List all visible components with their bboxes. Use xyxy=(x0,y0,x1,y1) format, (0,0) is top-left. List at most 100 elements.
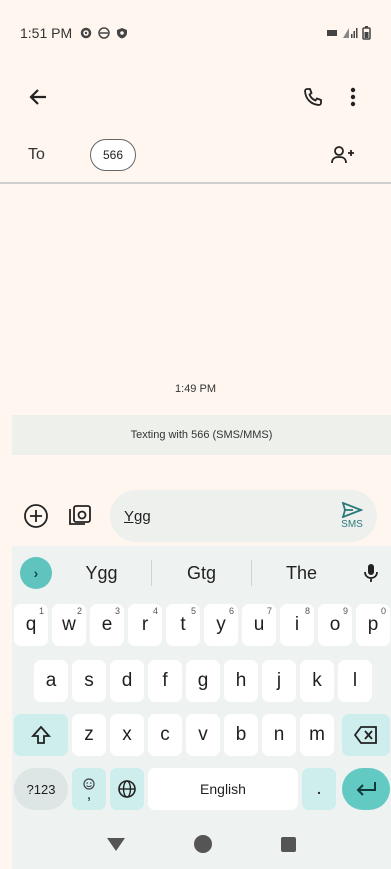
key-d[interactable]: d xyxy=(110,660,144,702)
to-label: To xyxy=(28,146,45,163)
back-button[interactable] xyxy=(18,77,58,117)
key-x[interactable]: x xyxy=(110,714,144,756)
key-z[interactable]: z xyxy=(72,714,106,756)
soft-keyboard: › Ygg Gtg The q1 w2 e3 r4 t5 y6 u7 i8 o9… xyxy=(12,546,391,869)
nav-recents-icon[interactable] xyxy=(281,836,297,852)
sms-info-text: Texting with 566 (SMS/MMS) xyxy=(130,429,273,441)
recipient-chip[interactable]: 566 xyxy=(90,139,137,171)
key-label: i xyxy=(294,614,300,635)
key-label: q xyxy=(25,614,37,635)
key-g[interactable]: g xyxy=(186,660,220,702)
more-options-button[interactable] xyxy=(333,77,373,117)
key-o[interactable]: o9 xyxy=(318,604,352,646)
key-r[interactable]: r4 xyxy=(128,604,162,646)
key-w[interactable]: w2 xyxy=(52,604,86,646)
shift-key[interactable] xyxy=(14,714,68,756)
cast-icon xyxy=(327,30,337,36)
emoji-comma-key[interactable]: , xyxy=(72,768,106,810)
enter-key[interactable] xyxy=(342,768,390,810)
key-a[interactable]: a xyxy=(34,660,68,702)
suggestion-strip: › Ygg Gtg The xyxy=(12,546,391,600)
sms-info-banner: Texting with 566 (SMS/MMS) xyxy=(12,415,391,455)
key-k[interactable]: k xyxy=(300,660,334,702)
globe-icon xyxy=(118,780,136,798)
suggestion-2[interactable]: Gtg xyxy=(152,563,251,584)
top-app-bar xyxy=(0,66,391,128)
period-key[interactable]: . xyxy=(302,768,336,810)
more-vert-icon xyxy=(350,87,356,107)
symbols-key[interactable]: ?123 xyxy=(14,768,68,810)
key-row-1: q1 w2 e3 r4 t5 y6 u7 i8 o9 p0 xyxy=(12,604,391,650)
key-hint: 2 xyxy=(76,606,82,616)
key-row-2: a s d f g h j k l xyxy=(12,660,391,706)
gallery-camera-icon xyxy=(69,505,91,525)
message-text[interactable]: Ygg xyxy=(124,508,341,525)
key-label: p xyxy=(367,614,379,635)
key-label: t xyxy=(180,614,186,635)
key-hint: 7 xyxy=(266,606,272,616)
key-n[interactable]: n xyxy=(262,714,296,756)
key-s[interactable]: s xyxy=(72,660,106,702)
add-circle-icon xyxy=(24,504,48,528)
phone-icon xyxy=(304,88,322,106)
key-label: y xyxy=(216,614,226,635)
key-label: u xyxy=(253,614,265,635)
key-y[interactable]: y6 xyxy=(204,604,238,646)
key-b[interactable]: b xyxy=(224,714,258,756)
mic-icon xyxy=(364,564,378,582)
key-label: r xyxy=(141,614,149,635)
key-h[interactable]: h xyxy=(224,660,258,702)
key-f[interactable]: f xyxy=(148,660,182,702)
add-person-icon xyxy=(331,146,354,164)
compose-bar: Ygg SMS xyxy=(0,486,391,546)
shift-icon xyxy=(31,725,51,744)
key-row-4: ?123 , English . xyxy=(12,768,391,814)
key-t[interactable]: t5 xyxy=(166,604,200,646)
key-m[interactable]: m xyxy=(300,714,334,756)
language-key[interactable] xyxy=(110,768,144,810)
backspace-key[interactable] xyxy=(342,714,390,756)
call-button[interactable] xyxy=(293,77,333,117)
key-label: o xyxy=(329,614,341,635)
space-key[interactable]: English xyxy=(148,768,298,810)
key-label: e xyxy=(101,614,113,635)
nav-home-icon[interactable] xyxy=(193,835,212,853)
gallery-button[interactable] xyxy=(58,496,102,536)
key-u[interactable]: u7 xyxy=(242,604,276,646)
status-bar: 1:51 PM xyxy=(0,0,391,66)
arrow-back-icon xyxy=(29,89,46,105)
key-c[interactable]: c xyxy=(148,714,182,756)
signal-icon xyxy=(343,28,358,38)
key-j[interactable]: j xyxy=(262,660,296,702)
nav-back-icon[interactable] xyxy=(106,837,125,851)
key-v[interactable]: v xyxy=(186,714,220,756)
expand-toolbar-button[interactable]: › xyxy=(20,557,52,589)
key-hint: 1 xyxy=(38,606,44,616)
key-p[interactable]: p0 xyxy=(356,604,390,646)
enter-icon xyxy=(356,782,376,796)
key-hint: 6 xyxy=(228,606,234,616)
key-i[interactable]: i8 xyxy=(280,604,314,646)
messages-app: 1:51 PM To 566 1:49 PM Texting with 566 … xyxy=(0,0,391,869)
attach-button[interactable] xyxy=(14,496,58,536)
suggestion-3[interactable]: The xyxy=(252,563,351,584)
comma-label: , xyxy=(86,786,92,803)
add-contact-button[interactable] xyxy=(323,135,363,175)
key-e[interactable]: e3 xyxy=(90,604,124,646)
message-input[interactable]: Ygg SMS xyxy=(110,490,377,542)
send-sms-button[interactable]: SMS xyxy=(341,502,363,530)
backspace-icon xyxy=(354,726,377,744)
send-label: SMS xyxy=(341,519,363,530)
settings-icon xyxy=(80,27,92,39)
status-icons xyxy=(80,27,128,39)
navigation-bar xyxy=(12,819,391,869)
key-hint: 9 xyxy=(342,606,348,616)
voice-input-button[interactable] xyxy=(351,563,391,583)
suggestion-1[interactable]: Ygg xyxy=(52,563,151,584)
key-hint: 4 xyxy=(152,606,158,616)
key-hint: 0 xyxy=(380,606,386,616)
key-hint: 8 xyxy=(304,606,310,616)
key-hint: 3 xyxy=(114,606,120,616)
key-q[interactable]: q1 xyxy=(14,604,48,646)
key-l[interactable]: l xyxy=(338,660,372,702)
